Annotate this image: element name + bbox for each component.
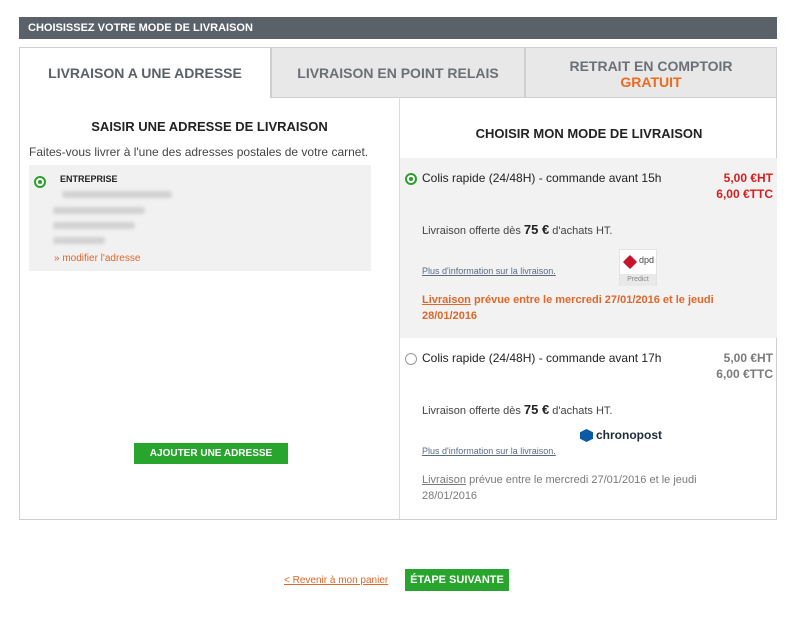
delivery-option-chronopost[interactable]: Colis rapide (24/48H) - commande avant 1… <box>400 338 777 518</box>
carrier-sub: Predict <box>620 274 656 286</box>
section-header: CHOISISSEZ VOTRE MODE DE LIVRAISON <box>19 17 777 39</box>
delivery-option-price: 5,00 €HT 6,00 €TTC <box>716 170 773 202</box>
chronopost-mark-icon <box>580 429 593 442</box>
free-shipping-note: Livraison offerte dès 75 € d'achats HT. <box>422 402 612 417</box>
address-section-description: Faites-vous livrer à l'une des adresses … <box>29 145 369 159</box>
offer-amount: 75 € <box>523 402 550 417</box>
offer-prefix: Livraison offerte dès <box>422 225 524 237</box>
address-section-title: SAISIR UNE ADRESSE DE LIVRAISON <box>91 119 328 134</box>
offer-suffix: d'achats HT. <box>549 225 613 237</box>
offer-suffix: d'achats HT. <box>549 405 613 417</box>
price-ht: 5,00 €HT <box>723 351 773 365</box>
delivery-info-link[interactable]: Plus d'information sur la livraison. <box>422 446 556 456</box>
address-line-redacted <box>53 237 105 244</box>
address-name: ENTREPRISE <box>60 174 118 184</box>
address-line-redacted <box>53 222 135 229</box>
tab-relay-point[interactable]: LIVRAISON EN POINT RELAIS <box>271 47 525 98</box>
modify-address-link[interactable]: » modifier l'adresse <box>54 253 140 264</box>
dpd-logo: dpd Predict <box>619 249 657 286</box>
delivery-estimate: Livraison prévue entre le mercredi 27/01… <box>422 472 722 504</box>
address-card[interactable]: ENTREPRISE » modifier l'adresse <box>29 165 371 271</box>
delivery-link[interactable]: Livraison <box>422 294 471 306</box>
carrier-name: dpd <box>639 255 655 265</box>
offer-amount: 75 € <box>523 222 550 237</box>
tab-label: LIVRAISON A UNE ADRESSE <box>48 65 242 81</box>
delivery-option-radio[interactable] <box>405 353 417 365</box>
tab-home-delivery[interactable]: LIVRAISON A UNE ADRESSE <box>19 47 271 98</box>
back-to-cart-link[interactable]: < Revenir à mon panier <box>284 575 388 586</box>
offer-prefix: Livraison offerte dès <box>422 405 524 417</box>
delivery-option-dpd[interactable]: Colis rapide (24/48H) - commande avant 1… <box>400 158 777 338</box>
next-step-button[interactable]: ÉTAPE SUIVANTE <box>405 569 509 591</box>
delivery-info-link[interactable]: Plus d'information sur la livraison. <box>422 266 556 276</box>
delivery-panel: SAISIR UNE ADRESSE DE LIVRAISON Faites-v… <box>19 97 777 520</box>
price-ttc: 6,00 €TTC <box>716 367 773 381</box>
tab-free-badge: GRATUIT <box>620 74 682 90</box>
address-radio[interactable] <box>34 176 46 188</box>
delivery-option-title: Colis rapide (24/48H) - commande avant 1… <box>422 351 662 365</box>
address-line-redacted <box>53 207 145 214</box>
tab-label: RETRAIT EN COMPTOIR <box>569 58 733 74</box>
dpd-cube-icon <box>622 254 638 270</box>
carrier-name: chronopost <box>596 428 662 442</box>
tab-store-pickup[interactable]: RETRAIT EN COMPTOIR GRATUIT <box>525 47 777 98</box>
delivery-option-title: Colis rapide (24/48H) - commande avant 1… <box>422 171 662 185</box>
delivery-link[interactable]: Livraison <box>422 474 466 486</box>
delivery-option-radio[interactable] <box>405 173 417 185</box>
address-line-redacted <box>62 191 172 198</box>
price-ttc: 6,00 €TTC <box>716 187 773 201</box>
add-address-button[interactable]: AJOUTER UNE ADRESSE <box>134 443 288 464</box>
delivery-mode-title: CHOISIR MON MODE DE LIVRAISON <box>475 126 703 141</box>
price-ht: 5,00 €HT <box>723 171 773 185</box>
delivery-estimate: Livraison prévue entre le mercredi 27/01… <box>422 292 722 324</box>
free-shipping-note: Livraison offerte dès 75 € d'achats HT. <box>422 222 612 237</box>
tab-label: LIVRAISON EN POINT RELAIS <box>297 65 499 81</box>
delivery-option-price: 5,00 €HT 6,00 €TTC <box>716 350 773 382</box>
delivery-tabs: LIVRAISON A UNE ADRESSE LIVRAISON EN POI… <box>19 47 777 98</box>
